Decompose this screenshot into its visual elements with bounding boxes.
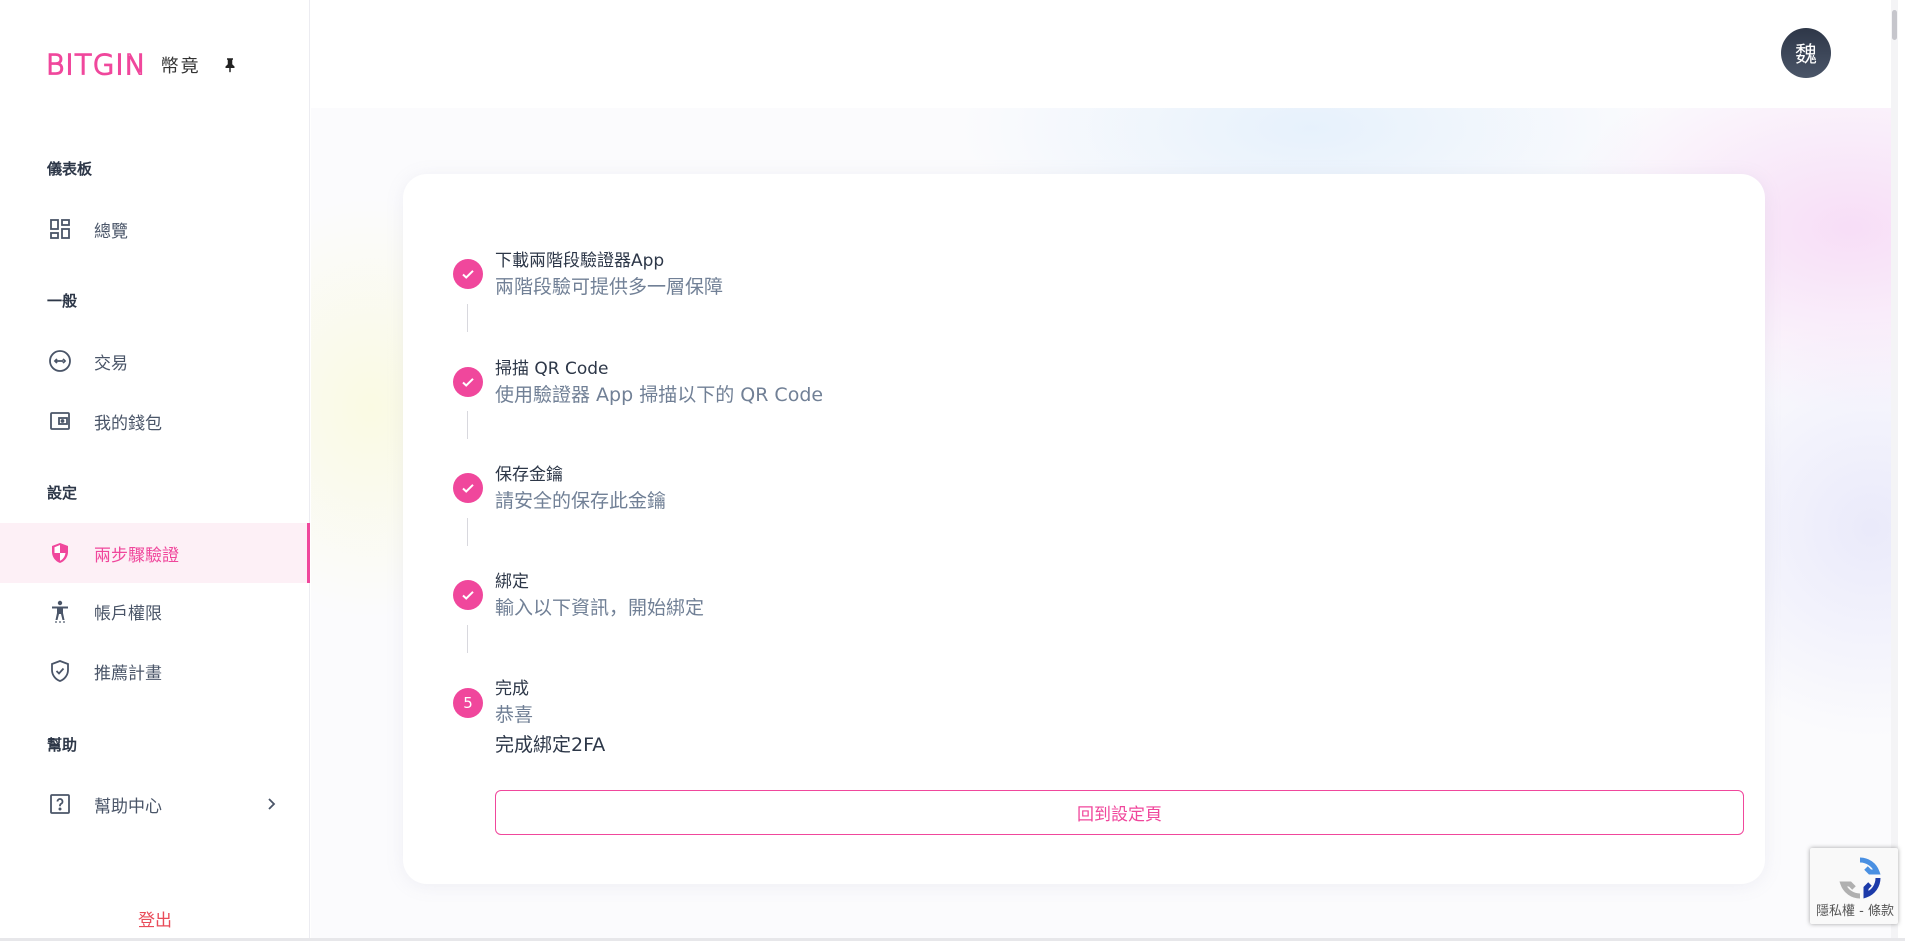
step-title: 綁定 [495,572,529,592]
step-desc: 兩階段驗可提供多一層保障 [495,276,724,298]
recaptcha-badge[interactable]: 隱私權 - 條款 [1810,848,1898,924]
sidebar-item-help-center[interactable]: 幫助中心 [0,774,310,834]
logout-button[interactable]: 登出 [0,906,310,931]
check-icon [453,259,483,289]
top-bar [311,0,1898,108]
help-icon [48,792,72,816]
sidebar-item-label: 兩步驟驗證 [94,545,179,566]
step-title: 掃描 QR Code [495,359,609,379]
dashboard-icon [48,217,72,241]
exchange-icon [48,349,72,373]
completion-message: 完成綁定2FA [495,734,606,756]
pin-icon[interactable] [221,55,239,75]
step-title: 保存金鑰 [495,465,563,485]
sidebar-item-label: 帳戶權限 [94,603,162,624]
sidebar-item-wallet[interactable]: 我的錢包 [0,391,310,451]
section-title-general: 一般 [47,292,78,310]
two-factor-card: 下載兩階段驗證器App 兩階段驗可提供多一層保障 掃描 QR Code 使用驗證… [403,174,1765,884]
step-desc: 恭喜 [495,704,534,726]
shield-icon [48,541,72,565]
sidebar-item-label: 交易 [94,353,128,374]
sidebar-item-two-factor[interactable]: 兩步驟驗證 [0,523,310,583]
step-desc: 使用驗證器 App 掃描以下的 QR Code [495,384,824,406]
accessibility-icon [48,599,72,623]
logo-subtitle: 幣竟 [160,55,201,77]
check-icon [453,580,483,610]
step-number-badge: 5 [453,688,483,718]
wallet-icon [48,409,72,433]
section-title-help: 幫助 [47,736,78,754]
step-desc: 請安全的保存此金鑰 [495,490,667,512]
sidebar-item-label: 總覽 [94,221,128,242]
check-icon [453,367,483,397]
recaptcha-links[interactable]: 隱私權 - 條款 [1816,900,1894,919]
check-icon [453,473,483,503]
verified-shield-icon [48,659,72,683]
sidebar-item-referral[interactable]: 推薦計畫 [0,641,310,701]
sidebar-item-trade[interactable]: 交易 [0,331,310,391]
sidebar-item-label: 推薦計畫 [94,663,162,684]
sidebar-item-overview[interactable]: 總覽 [0,199,310,259]
step-connector [467,304,468,332]
sidebar-item-label: 幫助中心 [94,796,162,817]
main-area: 魏 下載兩階段驗證器App 兩階段驗可提供多一層保障 掃描 QR Code 使用… [311,0,1898,941]
step-desc: 輸入以下資訊，開始綁定 [495,597,705,619]
step-connector [467,518,468,546]
scrollbar-thumb[interactable] [1892,10,1897,40]
scrollbar[interactable] [1891,0,1898,941]
logo-text: BITGIN [45,47,147,82]
brand-logo[interactable]: BITGIN 幣竟 [45,47,239,82]
back-to-settings-button[interactable]: 回到設定頁 [495,790,1744,835]
avatar[interactable]: 魏 [1781,28,1831,78]
recaptcha-icon [1839,857,1881,899]
section-title-settings: 設定 [47,484,78,502]
step-title: 完成 [495,679,529,699]
chevron-right-icon [268,798,276,810]
sidebar-item-label: 我的錢包 [94,413,162,434]
step-connector [467,411,468,439]
step-connector [467,625,468,653]
section-title-dashboard: 儀表板 [47,160,93,178]
sidebar: BITGIN 幣竟 儀表板 總覽 一般 交易 我的錢包 設定 兩步驟驗證 帳戶權… [0,0,310,941]
step-title: 下載兩階段驗證器App [495,251,665,271]
sidebar-item-account-permissions[interactable]: 帳戶權限 [0,581,310,641]
